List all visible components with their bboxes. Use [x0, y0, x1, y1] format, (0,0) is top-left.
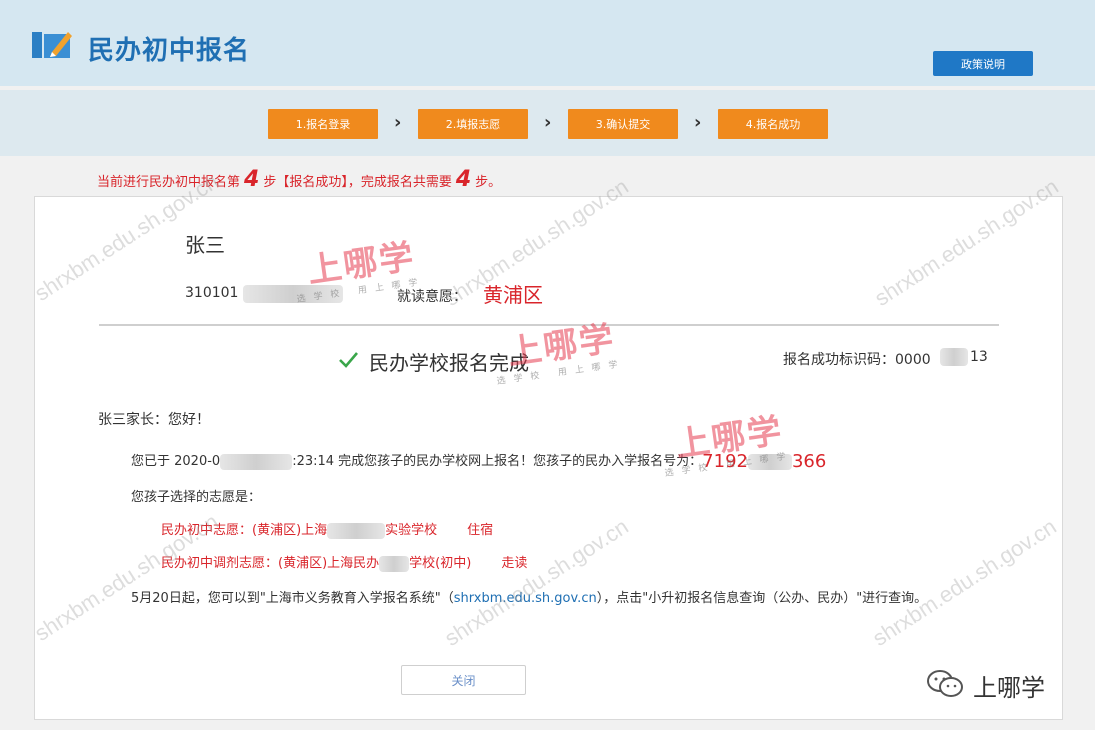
check-icon [339, 352, 358, 368]
choices-heading: 您孩子选择的志愿是： [131, 490, 262, 505]
page-header: 民办初中报名 政策说明 [0, 0, 1095, 86]
wechat-brand: 上哪学 [925, 664, 1065, 704]
divider [99, 324, 999, 326]
system-link[interactable]: shrxbm.edu.sh.gov.cn [454, 591, 597, 606]
id-mask [243, 285, 343, 303]
step-fill-preference: 2.填报志愿 [418, 109, 528, 139]
success-title: 民办学校报名完成 [369, 351, 529, 375]
code-mask [747, 453, 792, 470]
result-card: 张三 310101 就读意愿： 黄浦区 民办学校报名完成 报名成功标识码：000… [34, 196, 1063, 720]
steps-bar: 1.报名登录 › 2.填报志愿 › 3.确认提交 › 4.报名成功 [0, 90, 1095, 156]
edit-book-icon [32, 32, 72, 58]
policy-button[interactable]: 政策说明 [933, 51, 1033, 76]
success-id-tail: 13 [970, 349, 988, 365]
step-arrow-icon: › [394, 112, 402, 133]
app-title: 民办初中报名 [88, 36, 251, 66]
registration-code-prefix: 7192 [702, 451, 748, 472]
student-id: 310101 [185, 285, 239, 301]
total-steps: 4 [455, 167, 472, 192]
wechat-icon [927, 670, 963, 697]
registration-code-suffix: 366 [791, 451, 827, 472]
greeting: 张三家长：您好！ [98, 412, 210, 428]
query-instructions: 5月20日起，您可以到"上海市义务教育入学报名系统"（shrxbm.edu.sh… [131, 591, 928, 606]
current-step: 4 [244, 167, 260, 192]
school-mask [327, 522, 386, 539]
step-arrow-icon: › [694, 112, 702, 133]
step-arrow-icon: › [544, 112, 552, 133]
registration-message: 您已于 2020-0:23:14 完成您孩子的民办学校网上报名！您孩子的民办入学… [131, 451, 827, 472]
close-button[interactable]: 关闭 [401, 665, 526, 695]
success-id-mask [940, 348, 968, 366]
step-success: 4.报名成功 [718, 109, 828, 139]
choice-adjustment: 民办初中调剂志愿：(黄浦区)上海民办 学校(初中) 走读 [161, 555, 528, 572]
progress-notice: 当前进行民办初中报名第 4 步【报名成功】，完成报名共需要 4 步。 [97, 167, 502, 192]
student-name: 张三 [185, 233, 225, 257]
school-mask [379, 555, 410, 572]
step-confirm-submit: 3.确认提交 [568, 109, 678, 139]
wechat-brand-label: 上哪学 [973, 674, 1045, 702]
success-id-label: 报名成功标识码：0000 [783, 352, 931, 368]
preference-district: 黄浦区 [483, 283, 543, 307]
preference-label: 就读意愿： [397, 289, 467, 305]
choice-primary: 民办初中志愿：(黄浦区)上海 实验学校 住宿 [161, 522, 494, 539]
date-mask [220, 453, 293, 470]
step-login: 1.报名登录 [268, 109, 378, 139]
